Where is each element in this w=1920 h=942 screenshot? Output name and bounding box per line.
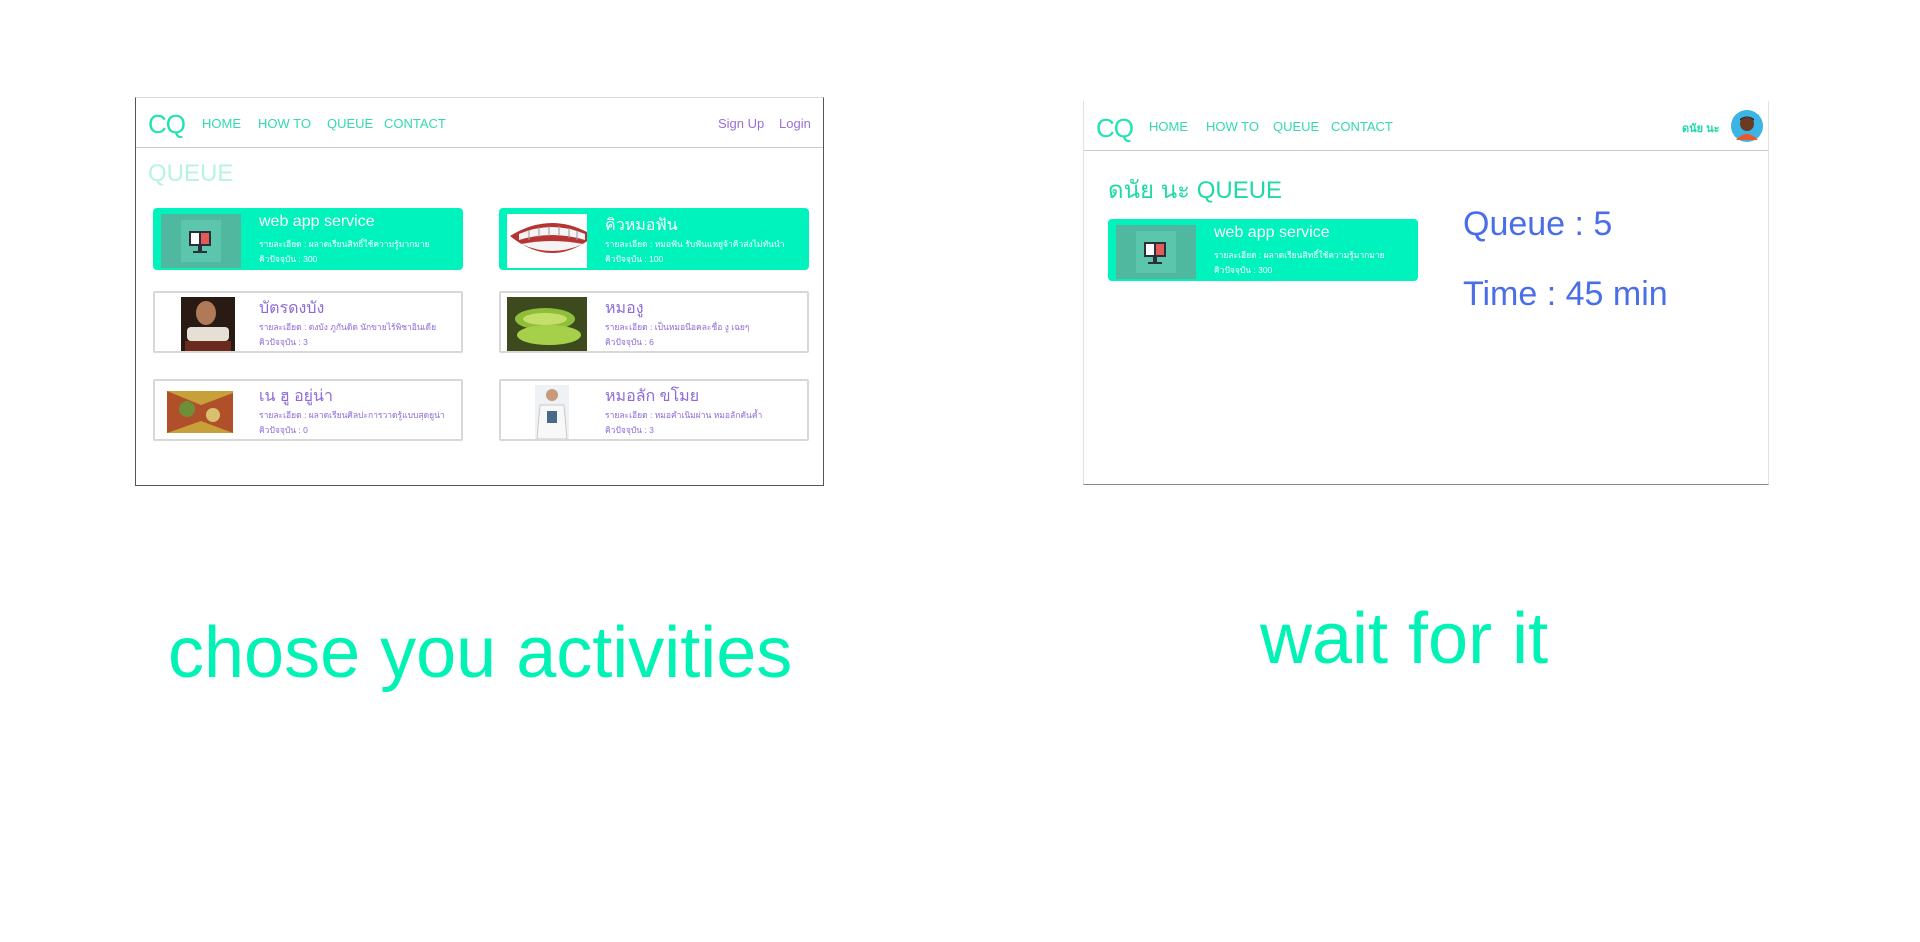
page-title: QUEUE [148, 160, 234, 187]
logo[interactable]: CQ [1096, 113, 1134, 144]
computer-service-image [1116, 225, 1196, 279]
activity-card-painting[interactable]: เน ฮู อยู่น่า รายละเอียด : ผลาดเรียนศิลป… [153, 379, 463, 441]
doctor-image [507, 385, 587, 439]
snake-image [507, 297, 587, 351]
card-queue: คิวปัจจุบัน : 300 [1214, 265, 1273, 275]
painting-image [161, 385, 241, 439]
avatar[interactable] [1731, 110, 1763, 142]
card-detail: รายละเอียด : หมอคำเนิมผ่าน หมอลักคันค้ำ [605, 410, 763, 420]
logo[interactable]: CQ [148, 109, 186, 140]
nav-queue[interactable]: QUEUE [327, 116, 373, 131]
nav-how-to[interactable]: HOW TO [1206, 119, 1259, 134]
card-queue: คิวปัจจุบัน : 3 [259, 337, 308, 347]
card-title: หมอลัก ขโมย [605, 388, 700, 405]
card-title: web app service [259, 213, 375, 230]
page-title: ดนัย นะ QUEUE [1108, 177, 1283, 204]
navbar: CQ HOME HOW TO QUEUE CONTACT Sign Up Log… [136, 98, 823, 148]
nav-home[interactable]: HOME [1149, 119, 1188, 134]
teeth-image [507, 214, 587, 268]
signup-link[interactable]: Sign Up [718, 116, 764, 131]
user-avatar-icon [1731, 110, 1763, 142]
card-queue: คิวปัจจุบัน : 300 [259, 254, 318, 264]
navbar: CQ HOME HOW TO QUEUE CONTACT ดนัย นะ [1084, 101, 1768, 151]
nav-queue[interactable]: QUEUE [1273, 119, 1319, 134]
card-detail: รายละเอียด : ผลาดเรียนศิลปะการวาดรู้แบบส… [259, 410, 445, 420]
card-detail: รายละเอียด : ผลาดเรียนสิทธิ์ใช้ความรู้มา… [259, 239, 430, 249]
card-detail: รายละเอียด : เป็นหมอนีอคละชื่อ งู เฉยๆ [605, 322, 750, 332]
selected-activity-card[interactable]: web app service รายละเอียด : ผลาดเรียนสิ… [1108, 219, 1418, 281]
nav-how-to[interactable]: HOW TO [258, 116, 311, 131]
caption-wait-for-it: wait for it [1260, 599, 1549, 679]
card-queue: คิวปัจจุบัน : 100 [605, 254, 664, 264]
nav-contact[interactable]: CONTACT [384, 116, 446, 131]
activity-card-web-app[interactable]: web app service รายละเอียด : ผลาดเรียนสิ… [153, 208, 463, 270]
computer-service-image [161, 214, 241, 268]
card-detail: รายละเอียด : ดงบัง ภูกันดิด นักขายไร้พิช… [259, 322, 437, 332]
activity-card-snake[interactable]: หมองู รายละเอียด : เป็นหมอนีอคละชื่อ งู … [499, 291, 809, 353]
portrait-image [161, 297, 241, 351]
card-detail: รายละเอียด : ผลาดเรียนสิทธิ์ใช้ความรู้มา… [1214, 250, 1385, 260]
card-queue: คิวปัจจุบัน : 6 [605, 337, 654, 347]
card-title: คิวหมอฟัน [605, 217, 678, 234]
username[interactable]: ดนัย นะ [1682, 119, 1720, 137]
activity-card-doctor[interactable]: หมอลัก ขโมย รายละเอียด : หมอคำเนิมผ่าน ห… [499, 379, 809, 441]
wait-time: Time : 45 min [1463, 275, 1668, 313]
nav-home[interactable]: HOME [202, 116, 241, 131]
card-queue: คิวปัจจุบัน : 3 [605, 425, 654, 435]
card-detail: รายละเอียด : หมอฟัน รับฟันแหยู่จ้าคิวส่ง… [605, 239, 785, 249]
card-title: เน ฮู อยู่น่า [259, 388, 333, 405]
card-queue: คิวปัจจุบัน : 0 [259, 425, 308, 435]
card-title: web app service [1214, 224, 1330, 241]
card-title: บัตรดงบัง [259, 300, 325, 317]
nav-contact[interactable]: CONTACT [1331, 119, 1393, 134]
caption-choose-activities: chose you activities [168, 613, 793, 693]
login-link[interactable]: Login [779, 116, 811, 131]
activity-card-dentist[interactable]: คิวหมอฟัน รายละเอียด : หมอฟัน รับฟันแหยู… [499, 208, 809, 270]
activity-list-screen: CQ HOME HOW TO QUEUE CONTACT Sign Up Log… [135, 97, 824, 486]
queue-status-screen: CQ HOME HOW TO QUEUE CONTACT ดนัย นะ ดนั… [1083, 101, 1769, 485]
card-title: หมองู [605, 300, 644, 317]
queue-number: Queue : 5 [1463, 205, 1613, 243]
activity-card-portrait[interactable]: บัตรดงบัง รายละเอียด : ดงบัง ภูกันดิด นั… [153, 291, 463, 353]
